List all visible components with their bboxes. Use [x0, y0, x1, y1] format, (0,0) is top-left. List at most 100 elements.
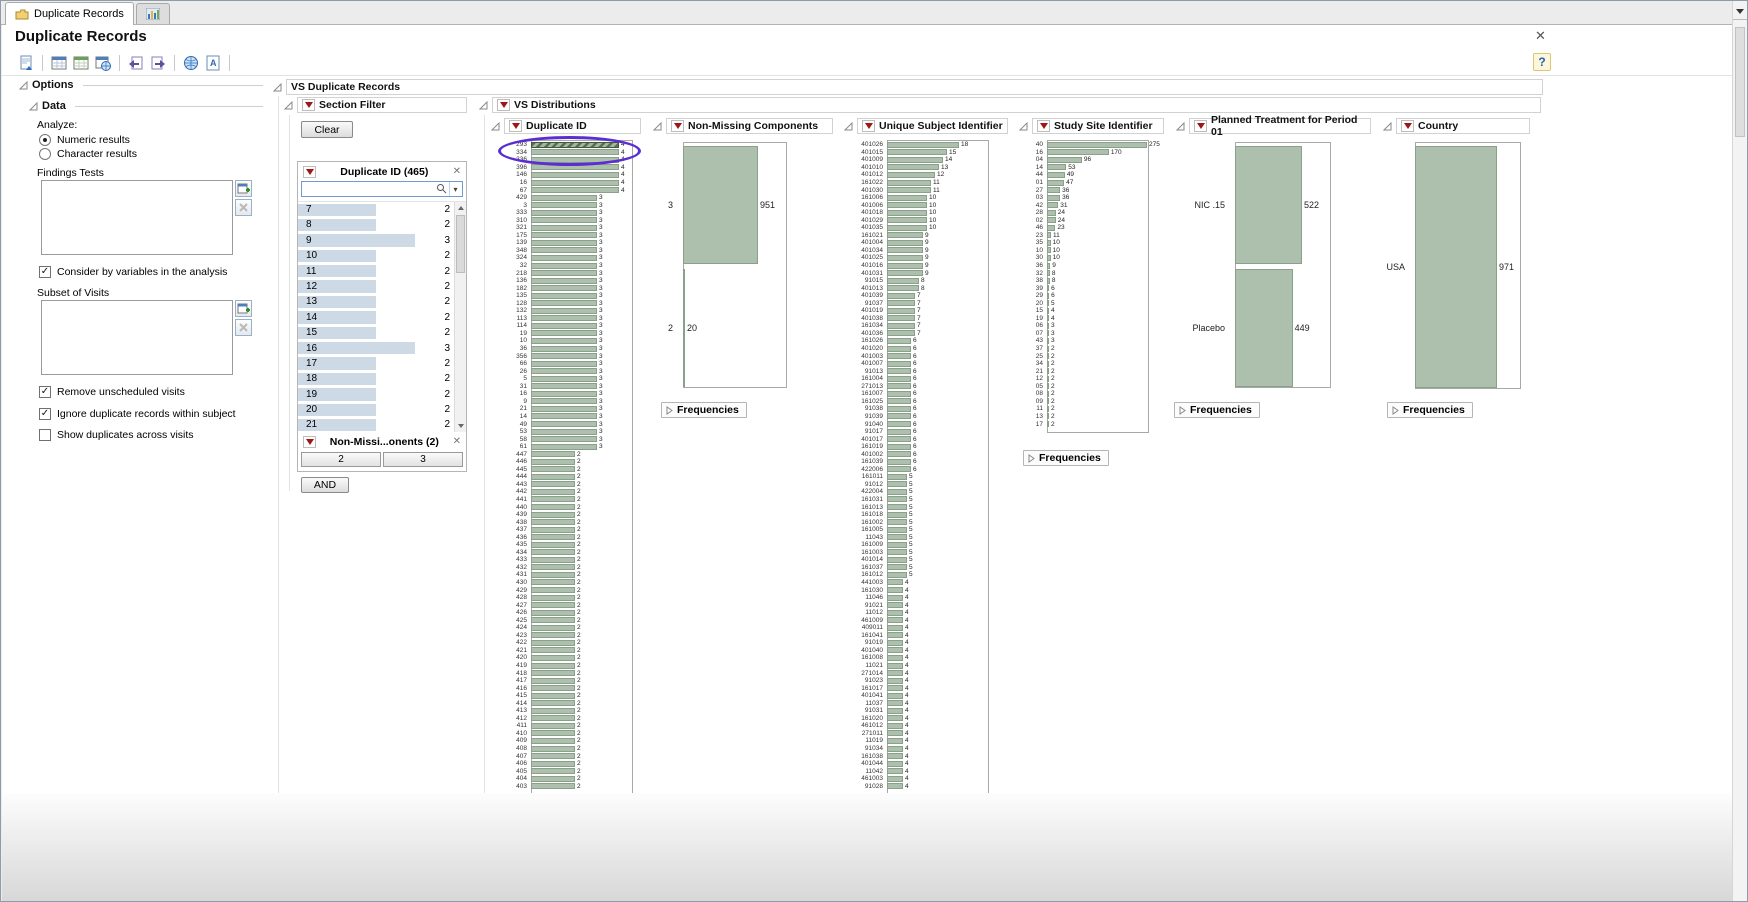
- bar-row[interactable]: Placebo449: [1179, 266, 1341, 389]
- search-dropdown-icon[interactable]: ▾: [449, 182, 461, 196]
- bar[interactable]: [683, 269, 685, 387]
- panel-header-duplicate-id[interactable]: Duplicate ID: [491, 118, 641, 134]
- bar[interactable]: [531, 761, 575, 767]
- bar-row[interactable]: 4312: [499, 571, 641, 579]
- bar-row[interactable]: 4010259: [847, 254, 995, 262]
- bar[interactable]: [887, 263, 923, 269]
- bar-row[interactable]: 4010206: [847, 345, 995, 353]
- bar-row[interactable]: 1610384: [847, 752, 995, 760]
- bar-row[interactable]: 143: [499, 413, 641, 421]
- bar-row[interactable]: 40103510: [847, 224, 995, 232]
- bar-row[interactable]: 1353: [499, 292, 641, 300]
- bar-row[interactable]: 4010367: [847, 330, 995, 338]
- remove-unscheduled-checkbox[interactable]: ✓ Remove unscheduled visits: [39, 386, 185, 398]
- bar-row[interactable]: 910194: [847, 639, 995, 647]
- bar[interactable]: [531, 542, 575, 548]
- bar-row[interactable]: 910314: [847, 707, 995, 715]
- bar-row[interactable]: 910234: [847, 677, 995, 685]
- bar[interactable]: [887, 730, 903, 736]
- bar[interactable]: [887, 746, 903, 752]
- bar-row[interactable]: 328: [1027, 269, 1165, 277]
- bar[interactable]: [887, 715, 903, 721]
- bar[interactable]: [887, 572, 907, 578]
- bar[interactable]: [887, 534, 907, 540]
- clear-button[interactable]: Clear: [301, 121, 353, 138]
- bar-row[interactable]: 910396: [847, 413, 995, 421]
- component-3-button[interactable]: 3: [383, 452, 463, 467]
- bar-row[interactable]: 0224: [1027, 216, 1165, 224]
- bar[interactable]: [531, 670, 575, 676]
- red-triangle-menu[interactable]: [302, 99, 315, 111]
- bar-row[interactable]: 40101515: [847, 149, 995, 157]
- bar[interactable]: [887, 602, 903, 608]
- bar-row[interactable]: 342: [1027, 360, 1165, 368]
- bar[interactable]: [1047, 406, 1049, 412]
- bar[interactable]: [887, 632, 903, 638]
- bar[interactable]: [887, 557, 907, 563]
- bar-row[interactable]: 4010387: [847, 315, 995, 323]
- bar-row[interactable]: 110194: [847, 737, 995, 745]
- bar-row[interactable]: 4332: [499, 556, 641, 564]
- bar[interactable]: [531, 217, 597, 223]
- bar[interactable]: [887, 451, 911, 457]
- bar-row[interactable]: 4172: [499, 677, 641, 685]
- filter-row[interactable]: 72: [298, 202, 454, 217]
- bar-row[interactable]: 4442: [499, 473, 641, 481]
- bar-row[interactable]: 16102211: [847, 179, 995, 187]
- bar[interactable]: [531, 693, 575, 699]
- bar-row[interactable]: 1610347: [847, 322, 995, 330]
- bar-row[interactable]: 4422: [499, 488, 641, 496]
- bar-row[interactable]: 4192: [499, 662, 641, 670]
- bar[interactable]: [531, 210, 597, 216]
- bar[interactable]: [887, 398, 911, 404]
- bar-row[interactable]: 369: [1027, 262, 1165, 270]
- bar-row[interactable]: 4292: [499, 586, 641, 594]
- bar-row[interactable]: 1610076: [847, 390, 995, 398]
- bar[interactable]: [887, 466, 911, 472]
- bar[interactable]: [531, 647, 575, 653]
- bar-row[interactable]: 313: [499, 383, 641, 391]
- bar[interactable]: [531, 625, 575, 631]
- bar[interactable]: [887, 142, 959, 148]
- bar[interactable]: [887, 496, 907, 502]
- bar[interactable]: [887, 240, 923, 246]
- bar-row[interactable]: 2183: [499, 269, 641, 277]
- bar-row[interactable]: 296: [1027, 292, 1165, 300]
- bar[interactable]: [887, 549, 907, 555]
- bar[interactable]: [531, 330, 597, 336]
- bar-row[interactable]: 3103: [499, 216, 641, 224]
- bar-row[interactable]: 0496: [1027, 156, 1165, 164]
- bar-row[interactable]: 0147: [1027, 179, 1165, 187]
- filter-row[interactable]: 102: [298, 248, 454, 263]
- bar[interactable]: [531, 783, 575, 789]
- bar-row[interactable]: 93: [499, 398, 641, 406]
- bar[interactable]: [1047, 202, 1058, 208]
- bar[interactable]: [531, 572, 575, 578]
- bar-row[interactable]: 1610256: [847, 398, 995, 406]
- filter-scrollbar[interactable]: [454, 202, 466, 432]
- bar[interactable]: [1047, 195, 1060, 201]
- bar-row[interactable]: 4152: [499, 692, 641, 700]
- bar-row[interactable]: 0336: [1027, 194, 1165, 202]
- bar-row[interactable]: 4410034: [847, 579, 995, 587]
- bar[interactable]: [887, 210, 927, 216]
- bar[interactable]: [1047, 180, 1064, 186]
- bar[interactable]: [887, 149, 947, 155]
- bar-row[interactable]: 1610185: [847, 511, 995, 519]
- bar[interactable]: [887, 368, 911, 374]
- bar-row[interactable]: 4010049: [847, 239, 995, 247]
- bar[interactable]: [887, 247, 923, 253]
- bar-row[interactable]: 1610396: [847, 458, 995, 466]
- bar-row[interactable]: 3213: [499, 224, 641, 232]
- bar[interactable]: [887, 346, 911, 352]
- bar-row[interactable]: 172: [1027, 420, 1165, 428]
- bar[interactable]: [531, 451, 575, 457]
- bar[interactable]: [1047, 278, 1050, 284]
- bar[interactable]: [887, 617, 903, 623]
- bar-row[interactable]: 4610094: [847, 616, 995, 624]
- bar[interactable]: [887, 640, 903, 646]
- red-triangle-menu[interactable]: [1401, 120, 1414, 132]
- ignore-duplicates-checkbox[interactable]: ✓ Ignore duplicate records within subjec…: [39, 408, 236, 420]
- bar[interactable]: [531, 323, 597, 329]
- bar[interactable]: [887, 157, 943, 163]
